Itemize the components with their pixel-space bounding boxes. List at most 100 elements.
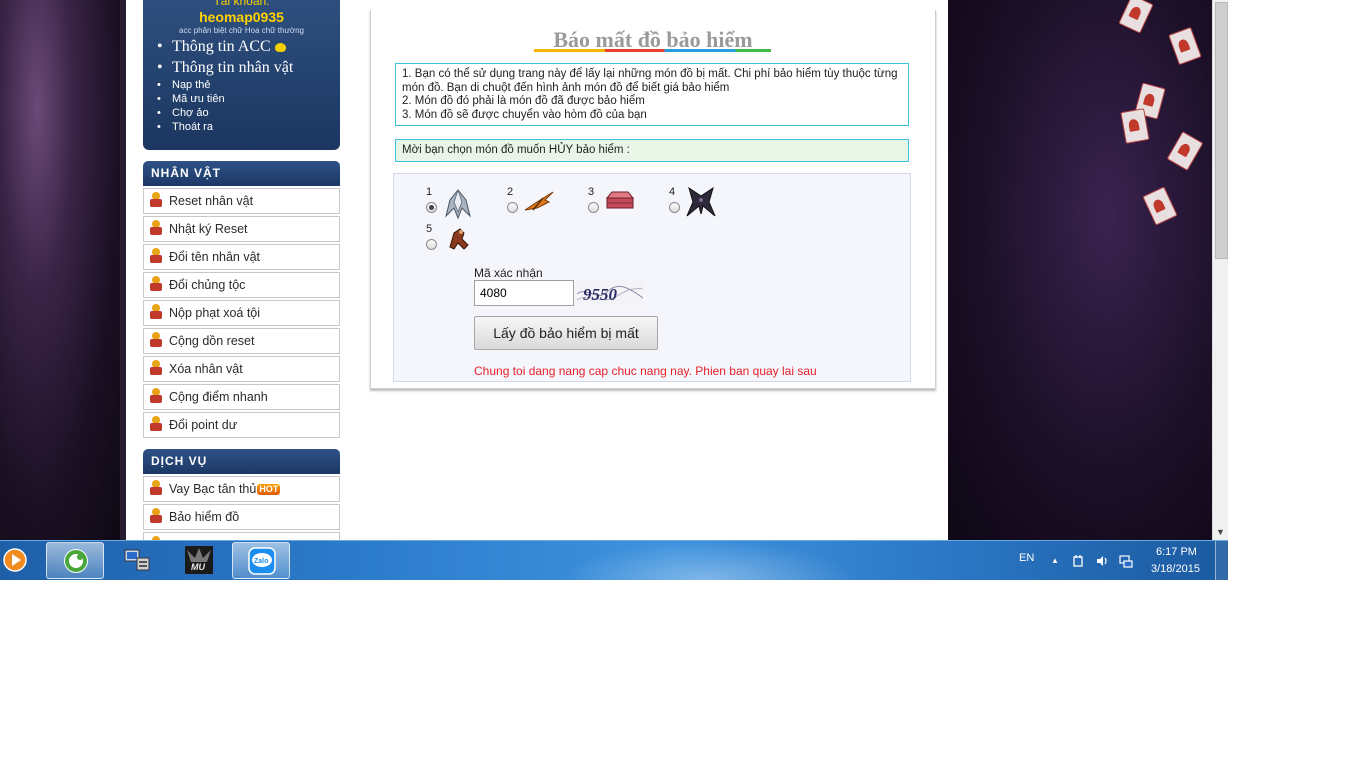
item-radio[interactable] [426, 239, 437, 250]
gift-icon [149, 480, 163, 496]
item-option-1[interactable]: 1 [426, 186, 486, 226]
captcha-text: 9550 [583, 285, 618, 304]
power-plug-icon[interactable] [1071, 554, 1085, 568]
gift-icon [149, 220, 163, 236]
menu-reset-log[interactable]: Nhật ký Reset [143, 216, 340, 242]
dark-wings-icon[interactable] [685, 186, 717, 220]
account-username: heomap0935 [199, 9, 284, 25]
bow-icon[interactable] [523, 186, 555, 220]
show-hidden-icons-arrow-icon[interactable]: ▲ [1048, 554, 1062, 568]
hot-badge: HOT [257, 484, 281, 496]
choose-prompt: Mời bạn chọn món đồ muốn HỦY bảo hiểm : [395, 139, 909, 162]
card-decoration [1142, 186, 1178, 226]
item-option-5[interactable]: 5 [426, 223, 486, 263]
priority-code-link[interactable]: Mã ưu tiên [157, 92, 293, 106]
card-decoration [1118, 0, 1154, 34]
card-decoration [1166, 131, 1204, 171]
title-underline [534, 49, 771, 52]
menu-reset-character[interactable]: Reset nhân vật [143, 188, 340, 214]
item-number: 4 [669, 186, 676, 198]
retrieve-insured-item-button[interactable]: Lấy đồ bảo hiểm bị mất [474, 316, 658, 350]
account-label: Tài khoản: [213, 0, 270, 8]
menu-accumulate-reset[interactable]: Cộng dồn reset [143, 328, 340, 354]
menu-rename-character[interactable]: Đổi tên nhân vật [143, 244, 340, 270]
mu-game-icon: MU [185, 546, 213, 574]
show-desktop-button[interactable] [1215, 541, 1228, 580]
menu-exchange-points[interactable]: Đổi point dư [143, 412, 340, 438]
captcha-label: Mã xác nhận [474, 266, 543, 280]
gift-icon [149, 508, 163, 524]
captcha-input[interactable] [474, 280, 574, 306]
gift-icon [149, 388, 163, 404]
item-option-2[interactable]: 2 [507, 186, 567, 226]
network-computer-icon [124, 549, 150, 571]
pet-icon[interactable] [442, 223, 474, 257]
mu-logo-text: MU [191, 562, 205, 572]
menu-newbie-loan[interactable]: Vay Bạc tân thủ HOT [143, 476, 340, 502]
account-links: Thông tin ACC Thông tin nhân vật Nạp thẻ… [157, 36, 293, 134]
item-radio[interactable] [426, 202, 437, 213]
info-line: 3. Món đồ sẽ được chuyển vào hòm đồ của … [402, 108, 647, 121]
gift-icon [149, 248, 163, 264]
network-status-icon[interactable] [1119, 554, 1133, 568]
menu-delete-character[interactable]: Xóa nhân vật [143, 356, 340, 382]
captcha-image: 9550 [577, 280, 643, 306]
account-note: acc phân biệt chữ Hoa chữ thường [179, 26, 304, 35]
info-line: 2. Món đồ đó phải là món đồ đã được bảo … [402, 95, 645, 107]
virtual-market-link[interactable]: Chợ ảo [157, 106, 293, 120]
taskbar-media-player[interactable] [0, 542, 44, 579]
gift-icon [149, 192, 163, 208]
chest-icon[interactable] [604, 186, 636, 220]
character-section-header: NHÂN VẬT [143, 161, 340, 186]
item-radio[interactable] [507, 202, 518, 213]
item-option-3[interactable]: 3 [588, 186, 648, 226]
maintenance-notice: Chung toi dang nang cap chuc nang nay. P… [474, 364, 817, 378]
item-radio[interactable] [669, 202, 680, 213]
gift-icon [149, 304, 163, 320]
gift-icon [149, 360, 163, 376]
language-indicator[interactable]: EN [1019, 552, 1034, 564]
desktop-screen: Tài khoản: heomap0935 acc phân biệt chữ … [0, 0, 1228, 580]
background-art-right [948, 0, 1212, 540]
account-info-link[interactable]: Thông tin ACC [157, 36, 293, 57]
taskbar-glow [560, 541, 860, 580]
clock-time[interactable]: 6:17 PM [1156, 546, 1197, 558]
items-selection-box: 1 2 3 4 5 Mã xác nhận 4080 9550 Lấy đồ b… [393, 173, 911, 382]
logout-link[interactable]: Thoát ra [157, 120, 293, 134]
item-radio[interactable] [588, 202, 599, 213]
menu-quick-add-points[interactable]: Cộng điểm nhanh [143, 384, 340, 410]
taskbar-network[interactable] [108, 542, 166, 579]
background-art-left [0, 0, 124, 540]
wings-icon[interactable] [442, 186, 474, 220]
character-info-link[interactable]: Thông tin nhân vật [157, 57, 293, 78]
volume-icon[interactable] [1095, 554, 1109, 568]
item-number: 2 [507, 186, 514, 198]
taskbar-zalo[interactable]: Zalo [232, 542, 290, 579]
gift-icon [149, 416, 163, 432]
zalo-icon: Zalo [248, 547, 276, 575]
menu-change-race[interactable]: Đổi chủng tộc [143, 272, 340, 298]
item-number: 5 [426, 223, 433, 235]
coccoc-browser-icon [64, 549, 88, 573]
card-decoration [1168, 26, 1202, 66]
insurance-panel: Báo mất đồ bảo hiểm 1. Bạn có thể sử dụn… [370, 10, 936, 389]
taskbar-coccoc[interactable] [46, 542, 104, 579]
menu-pay-fine[interactable]: Nộp phạt xoá tội [143, 300, 340, 326]
menu-item-insurance[interactable]: Bảo hiểm đồ [143, 504, 340, 530]
item-number: 3 [588, 186, 595, 198]
media-player-icon [3, 548, 27, 572]
scroll-down-arrow-icon[interactable]: ▼ [1216, 527, 1225, 537]
zalo-logo-text: Zalo [254, 558, 268, 565]
gift-icon [149, 332, 163, 348]
page-scrollbar[interactable]: ▼ [1212, 0, 1228, 540]
clock-date[interactable]: 3/18/2015 [1151, 563, 1200, 575]
info-line: 1. Bạn có thể sử dụng trang này để lấy l… [402, 68, 898, 94]
scrollbar-thumb[interactable] [1215, 2, 1228, 259]
service-section-header: DỊCH VỤ [143, 449, 340, 474]
taskbar-mu-game[interactable]: MU [170, 542, 228, 579]
item-option-4[interactable]: 4 [669, 186, 729, 226]
gift-icon [149, 276, 163, 292]
topup-link[interactable]: Nạp thẻ [157, 78, 293, 92]
info-box: 1. Bạn có thể sử dụng trang này để lấy l… [395, 63, 909, 126]
smile-icon [274, 42, 286, 52]
